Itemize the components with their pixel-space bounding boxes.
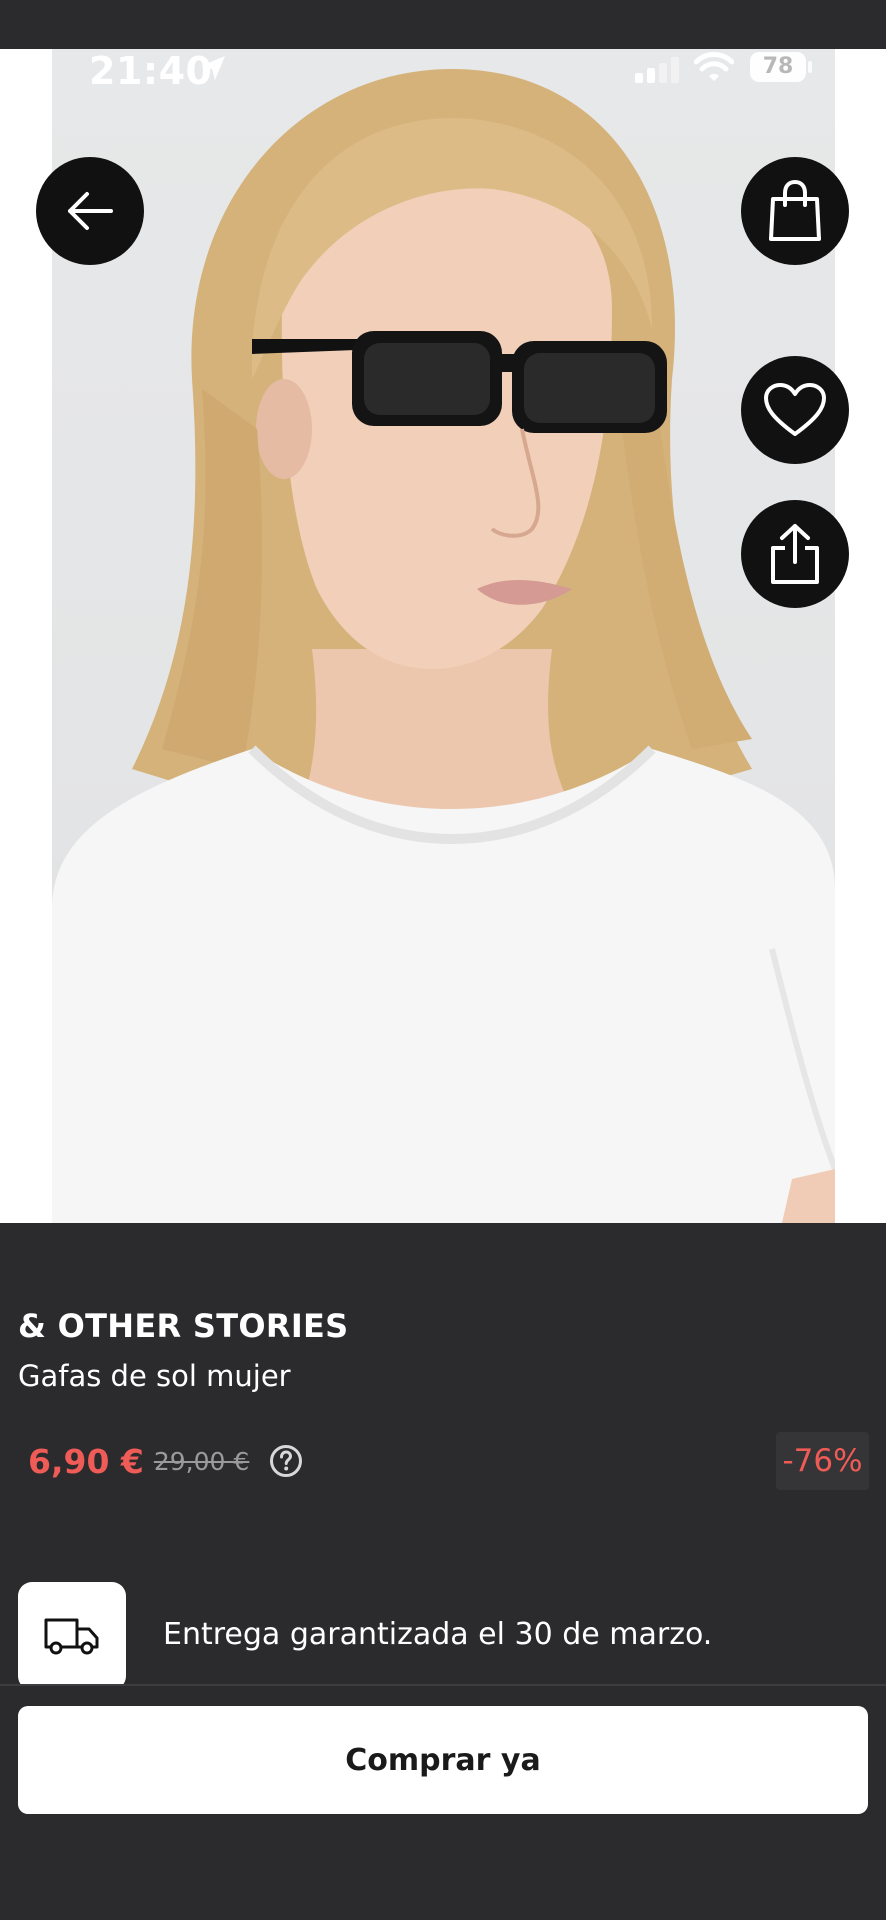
original-price: 29,00 € — [153, 1446, 250, 1476]
cellular-signal-icon — [633, 57, 681, 87]
delivery-guarantee-text: Entrega garantizada el 30 de marzo. — [163, 1617, 713, 1652]
question-circle-icon — [270, 1445, 303, 1477]
brand-name[interactable]: & OTHER STORIES — [18, 1307, 349, 1345]
price-help-button[interactable] — [269, 1444, 303, 1478]
favorite-button[interactable] — [741, 356, 849, 464]
status-bar: 21:40 78 — [0, 49, 886, 119]
battery-cap — [808, 61, 812, 73]
battery-indicator: 78 — [750, 52, 806, 82]
location-arrow-icon — [198, 53, 228, 87]
product-info-section: & OTHER STORIES Gafas de sol mujer 6,90 … — [0, 1223, 886, 1920]
share-button[interactable] — [741, 500, 849, 608]
delivery-icon-card — [18, 1582, 126, 1690]
truck-icon — [44, 1618, 99, 1655]
price-row: 6,90 € 29,00 € — [28, 1439, 303, 1483]
heart-icon — [764, 383, 826, 436]
shopping-bag-icon — [769, 179, 821, 241]
discount-badge: -76% — [776, 1432, 869, 1490]
product-detail-screen: 21:40 78 & OTHER STORIES Gafas de sol mu… — [0, 0, 886, 1920]
back-button[interactable] — [36, 157, 144, 265]
wifi-icon — [693, 51, 735, 87]
status-time: 21:40 — [89, 49, 213, 93]
share-icon — [771, 524, 819, 584]
shopping-bag-button[interactable] — [741, 157, 849, 265]
product-photo[interactable] — [52, 49, 835, 1223]
product-name: Gafas de sol mujer — [18, 1359, 291, 1393]
model-illustration — [52, 69, 835, 1223]
bottom-action-bar: Comprar ya — [0, 1686, 886, 1920]
arrow-left-icon — [68, 192, 113, 230]
current-price: 6,90 € — [28, 1441, 144, 1481]
buy-now-button[interactable]: Comprar ya — [18, 1706, 868, 1814]
